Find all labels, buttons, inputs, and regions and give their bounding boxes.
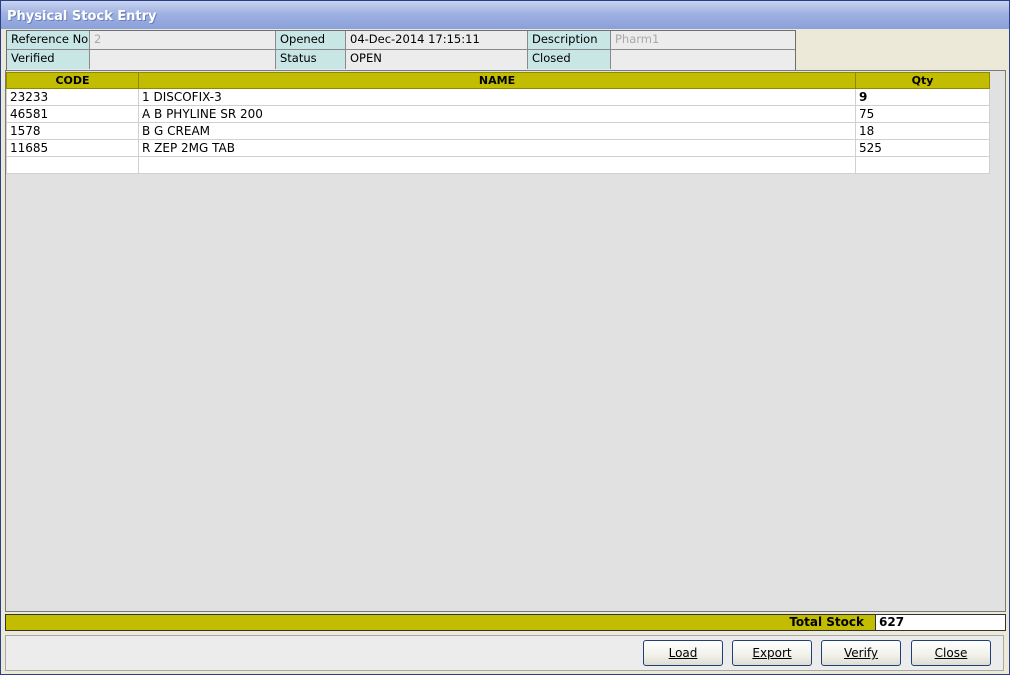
verified-label: Verified — [7, 50, 90, 69]
column-header-qty[interactable]: Qty — [855, 72, 990, 89]
stock-info-panel: Reference No 2 Opened 04-Dec-2014 17:15:… — [6, 30, 796, 71]
total-stock-label: Total Stock — [789, 615, 864, 629]
name-cell[interactable] — [138, 156, 856, 174]
closed-field — [611, 50, 795, 69]
table-row[interactable]: 23233 1 DISCOFIX-3 9 — [6, 88, 990, 106]
opened-label: Opened — [276, 31, 346, 50]
table-row[interactable]: 11685 R ZEP 2MG TAB 525 — [6, 139, 990, 157]
code-cell[interactable]: 46581 — [6, 105, 139, 123]
window-title: Physical Stock Entry — [7, 9, 157, 24]
stock-items-table: CODE NAME Qty 23233 1 DISCOFIX-3 9 46581… — [6, 72, 990, 174]
table-row[interactable]: 1578 B G CREAM 18 — [6, 122, 990, 140]
button-bar: Load Export Verify Close — [5, 635, 1004, 671]
column-header-code[interactable]: CODE — [6, 72, 139, 89]
status-field: OPEN — [346, 50, 528, 69]
total-stock-bar: Total Stock 627 — [5, 614, 1006, 631]
close-button[interactable]: Close — [911, 640, 991, 666]
qty-cell[interactable] — [855, 156, 990, 174]
verify-button[interactable]: Verify — [821, 640, 901, 666]
reference-no-field[interactable]: 2 — [90, 31, 276, 50]
qty-cell[interactable]: 525 — [855, 139, 990, 157]
verified-field — [90, 50, 276, 69]
name-cell[interactable]: A B PHYLINE SR 200 — [138, 105, 856, 123]
status-label: Status — [276, 50, 346, 69]
table-header-row: CODE NAME Qty — [6, 72, 990, 89]
qty-cell[interactable]: 18 — [855, 122, 990, 140]
name-cell[interactable]: B G CREAM — [138, 122, 856, 140]
table-row-new-entry[interactable] — [6, 156, 990, 174]
stock-items-grid[interactable]: CODE NAME Qty 23233 1 DISCOFIX-3 9 46581… — [5, 70, 1006, 612]
opened-field: 04-Dec-2014 17:15:11 — [346, 31, 528, 50]
title-bar[interactable]: Physical Stock Entry — [1, 1, 1009, 29]
column-header-name[interactable]: NAME — [138, 72, 856, 89]
reference-no-label: Reference No — [7, 31, 90, 50]
name-cell[interactable]: R ZEP 2MG TAB — [138, 139, 856, 157]
total-stock-value: 627 — [875, 615, 1005, 630]
code-cell[interactable]: 1578 — [6, 122, 139, 140]
description-label: Description — [528, 31, 611, 50]
export-button[interactable]: Export — [732, 640, 812, 666]
closed-label: Closed — [528, 50, 611, 69]
load-button[interactable]: Load — [643, 640, 723, 666]
table-row[interactable]: 46581 A B PHYLINE SR 200 75 — [6, 105, 990, 123]
code-cell[interactable]: 23233 — [6, 88, 139, 106]
physical-stock-entry-window: Physical Stock Entry Reference No 2 Open… — [0, 0, 1010, 675]
code-cell[interactable] — [6, 156, 139, 174]
code-cell[interactable]: 11685 — [6, 139, 139, 157]
name-cell[interactable]: 1 DISCOFIX-3 — [138, 88, 856, 106]
description-field[interactable]: Pharm1 — [611, 31, 795, 50]
qty-cell[interactable]: 9 — [855, 88, 990, 106]
qty-cell[interactable]: 75 — [855, 105, 990, 123]
